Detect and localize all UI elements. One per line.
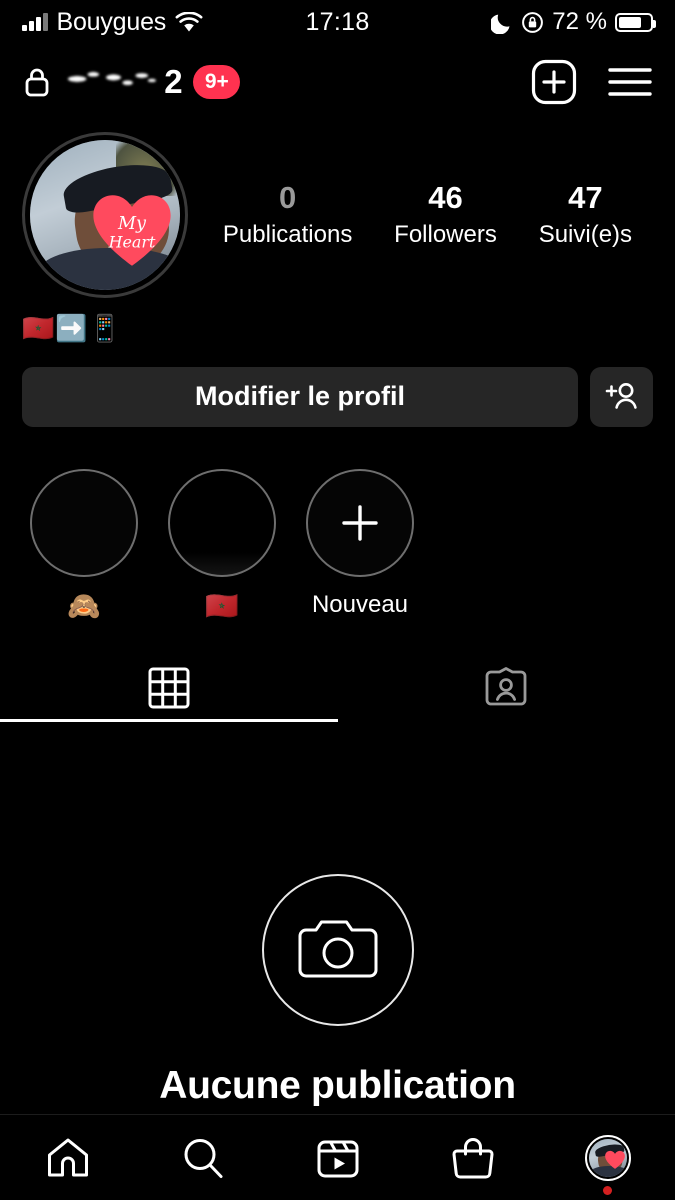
stat-value: 0 [278,180,297,216]
highlight-label: 🇲🇦 [205,590,239,621]
plus-square-icon[interactable] [531,59,577,105]
profile-bio: 🇲🇦➡️📱 [22,313,123,343]
reels-icon [316,1136,360,1180]
nav-search[interactable] [164,1123,242,1193]
stat-value: 47 [568,180,603,216]
svg-text:Heart: Heart [108,232,156,251]
username-visible-suffix: 2 [164,63,183,100]
status-bar-left: Bouygues [22,8,203,37]
battery-icon [615,12,656,32]
story-highlight-morocco[interactable]: 🇲🇦 [168,468,276,622]
lock-icon [22,65,52,99]
search-icon [181,1136,225,1180]
carrier-label: Bouygues [56,7,167,36]
username-redacted: ••••••••• [63,63,165,101]
story-highlight-monkey[interactable]: 🙈 [30,468,138,622]
stat-following[interactable]: 47 Suivi(e)s [539,181,632,248]
camera-icon [261,874,414,1027]
profile-summary: My Heart 0 Publications 46 Followers 47 … [0,120,675,298]
highlight-label: Nouveau [311,590,409,618]
nav-profile[interactable] [569,1123,647,1195]
moon-dnd-icon [491,11,513,34]
story-highlight-new[interactable]: Nouveau [306,468,414,622]
wifi-icon [175,11,203,33]
add-person-button[interactable] [590,366,653,427]
profile-notification-dot [603,1185,612,1195]
profile-photo: My Heart [30,140,180,290]
highlight-label: 🙈 [67,590,101,621]
edit-profile-button[interactable]: Modifier le profil [22,366,578,427]
stat-label: Suivi(e)s [538,220,633,248]
status-bar-right: 72 % [491,8,656,36]
grid-icon [148,667,190,709]
hamburger-menu-icon[interactable] [607,65,653,99]
stat-publications[interactable]: 0 Publications [223,181,352,248]
avatar[interactable]: My Heart [22,132,188,298]
svg-text:My: My [117,213,147,233]
highlight-cover [168,468,276,577]
instagram-profile-screen: Bouygues 17:18 72 % 2 9+ My Heart 0 Publ… [0,0,675,1200]
heart-sticker: My Heart [90,190,174,271]
nav-reels[interactable] [299,1123,377,1193]
empty-state-title: Aucune publication [159,1064,516,1108]
highlight-cover-new [306,468,414,577]
nav-profile-photo [588,1138,627,1177]
header-actions [531,59,653,105]
tab-active-underline [0,719,338,723]
stat-label: Publications [222,220,353,248]
stat-followers[interactable]: 46 Followers [394,181,497,248]
shop-bag-icon [452,1136,494,1180]
profile-header: •••••••••2 9+ [0,44,675,120]
home-icon [46,1137,90,1179]
tagged-user-icon [484,667,528,709]
signal-bars-icon [22,13,48,31]
add-person-icon [603,380,641,414]
rotation-lock-icon [521,11,544,34]
profile-action-row: Modifier le profil [0,345,675,427]
nav-home[interactable] [29,1123,107,1193]
highlight-cover [30,468,138,577]
profile-stats: 0 Publications 46 Followers 47 Suivi(e)s [188,181,653,248]
nav-shop[interactable] [434,1123,512,1193]
bottom-navigation [0,1114,675,1200]
avatar-icon [584,1134,631,1181]
stat-label: Followers [394,220,497,248]
tab-tagged[interactable] [338,657,675,719]
username-label: •••••••••2 [63,63,183,101]
empty-posts-state: Aucune publication [0,722,675,1108]
username-area[interactable]: •••••••••2 9+ [22,63,518,101]
status-bar: Bouygues 17:18 72 % [0,0,675,44]
plus-icon [334,497,386,549]
story-highlights: 🙈 🇲🇦 Nouveau [0,427,675,622]
tab-posts-grid[interactable] [0,657,338,719]
profile-tabs [0,657,675,719]
notification-badge[interactable]: 9+ [193,65,241,99]
battery-percent-label: 72 % [552,8,607,35]
stat-value: 46 [428,180,463,216]
